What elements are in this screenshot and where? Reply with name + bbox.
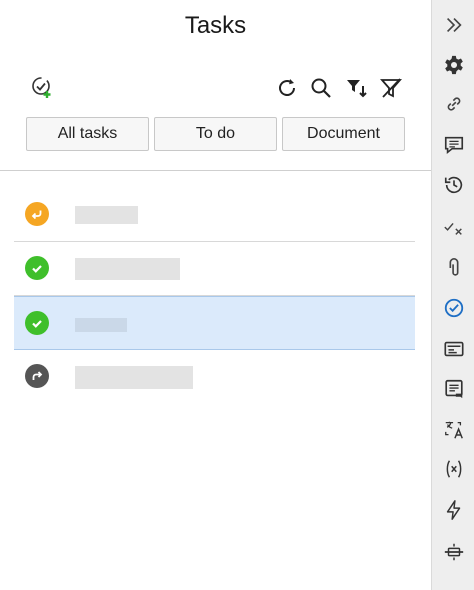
filter-sort-icon[interactable] xyxy=(344,75,370,101)
returned-status-icon xyxy=(25,202,49,226)
task-label-redacted xyxy=(75,366,193,389)
variables-icon[interactable] xyxy=(441,456,467,482)
tasks-panel: Tasks All tasks To do Document xyxy=(0,0,431,590)
completed-status-icon xyxy=(25,256,49,280)
fields-icon[interactable] xyxy=(441,336,467,362)
comment-icon[interactable] xyxy=(441,132,467,158)
task-row-selected[interactable] xyxy=(14,296,415,350)
task-label-redacted xyxy=(75,206,138,224)
collapse-icon[interactable] xyxy=(441,12,467,38)
document-button[interactable]: Document xyxy=(282,117,405,151)
actions-icon[interactable] xyxy=(441,497,467,523)
forwarded-status-icon xyxy=(25,364,49,388)
gear-icon[interactable] xyxy=(441,52,467,78)
refresh-icon[interactable] xyxy=(274,75,300,101)
task-row[interactable] xyxy=(14,188,415,242)
tasks-icon[interactable] xyxy=(441,295,467,321)
workflow-icon[interactable] xyxy=(441,539,467,565)
link-icon[interactable] xyxy=(441,91,467,117)
approval-icon[interactable] xyxy=(441,215,467,241)
history-icon[interactable] xyxy=(441,172,467,198)
all-tasks-button[interactable]: All tasks xyxy=(26,117,149,151)
clear-filter-icon[interactable] xyxy=(378,75,404,101)
right-icon-rail xyxy=(431,0,474,590)
translate-icon[interactable] xyxy=(441,417,467,443)
task-label-redacted xyxy=(75,258,180,280)
attachment-icon[interactable] xyxy=(441,255,467,281)
task-list xyxy=(14,188,415,404)
task-row[interactable] xyxy=(14,242,415,296)
task-label-redacted xyxy=(75,318,127,332)
search-icon[interactable] xyxy=(308,75,334,101)
task-row[interactable] xyxy=(14,350,415,404)
completed-status-icon xyxy=(25,311,49,335)
add-task-icon[interactable] xyxy=(29,74,55,100)
divider xyxy=(0,170,431,171)
panel-title: Tasks xyxy=(184,12,247,39)
notes-icon[interactable] xyxy=(441,376,467,402)
to-do-button[interactable]: To do xyxy=(154,117,277,151)
filter-tabs: All tasks To do Document xyxy=(26,117,405,151)
